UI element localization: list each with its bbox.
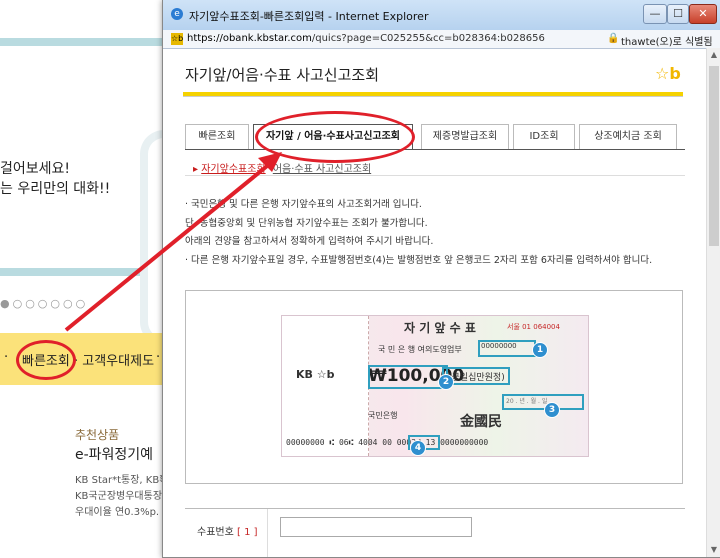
annotation-arrow xyxy=(64,152,282,332)
